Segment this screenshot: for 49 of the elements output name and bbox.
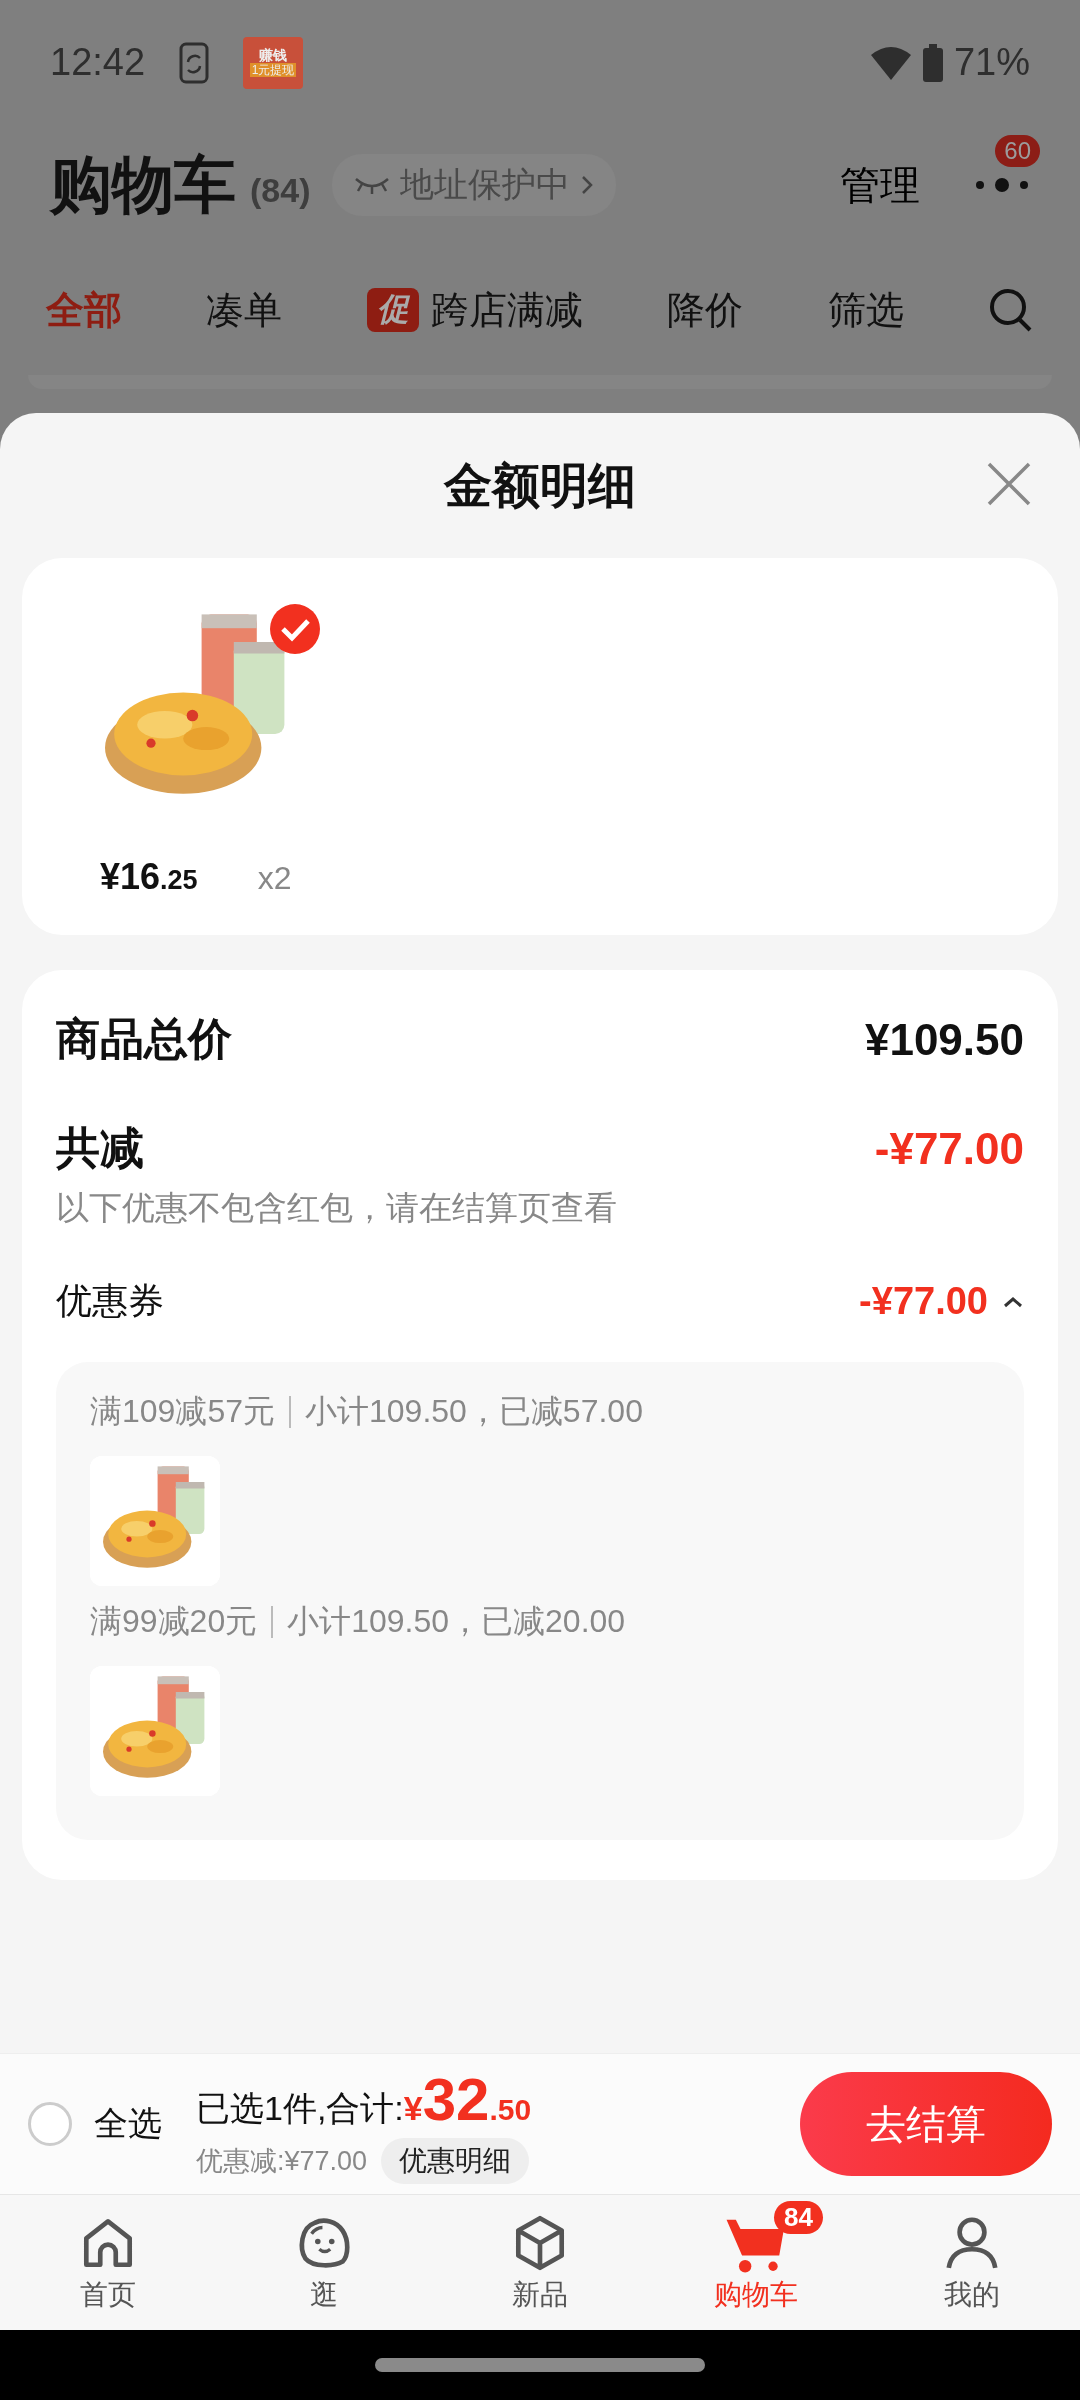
phone-sync-icon	[179, 41, 210, 84]
promo-tag: 促	[366, 288, 419, 332]
more-icon[interactable]	[974, 175, 1030, 195]
discount-detail-button[interactable]: 优惠明细	[381, 2137, 530, 2184]
sheet-title: 金额明细	[444, 457, 636, 514]
selected-summary: 已选1件,合计:	[196, 2087, 404, 2129]
coupon-subtotal: 小计109.50，已减20.00	[287, 1602, 626, 1641]
reduction-note: 以下优惠不包含红包，请在结算页查看	[56, 1188, 618, 1228]
close-icon[interactable]	[986, 461, 1032, 507]
filter-tab[interactable]: 筛选	[827, 284, 904, 336]
nav-tab[interactable]: 新品	[432, 2195, 648, 2330]
total-label: 商品总价	[56, 1013, 232, 1065]
product-quantity: x2	[257, 860, 292, 897]
filter-tab[interactable]: 降价	[667, 284, 744, 336]
total-value: ¥109.50	[864, 1014, 1024, 1065]
chevron-right-icon	[580, 174, 595, 196]
nav-tab[interactable]: 我的	[864, 2195, 1080, 2330]
wifi-icon	[869, 44, 912, 81]
cart-count: (84)	[250, 170, 311, 210]
nav-tab[interactable]: 逛	[216, 2195, 432, 2330]
coupon-label: 优惠券	[56, 1279, 164, 1323]
nav-tab[interactable]: 购物车 84	[648, 2195, 864, 2330]
closed-eye-icon	[354, 175, 391, 195]
total-amount: ¥32.50	[403, 2064, 532, 2134]
page-title: 购物车	[50, 149, 236, 221]
select-all-radio[interactable]	[28, 2102, 72, 2146]
reduction-label: 共减	[56, 1122, 144, 1174]
filter-tab[interactable]: 凑单	[206, 284, 283, 336]
select-all-label: 全选	[94, 2103, 162, 2144]
notification-badge: 60	[995, 135, 1040, 167]
check-icon	[270, 604, 320, 654]
coupon-value[interactable]: -¥77.00	[859, 1280, 1024, 1323]
address-protection-chip[interactable]: 地址保护中	[332, 154, 617, 216]
battery-icon	[921, 43, 944, 82]
app-notification-icon: 赚钱 1元提现	[243, 36, 304, 89]
discount-amount: 优惠减:¥77.00	[196, 2144, 368, 2178]
battery-level: 71%	[953, 41, 1030, 84]
coupon-subtotal: 小计109.50，已减57.00	[305, 1392, 643, 1431]
coupon-rule: 满99减20元	[90, 1602, 258, 1641]
status-time: 12:42	[50, 41, 146, 84]
cart-badge: 84	[774, 2201, 823, 2234]
product-price: ¥16.25	[100, 856, 198, 898]
filter-tab[interactable]: 促 跨店满减	[366, 284, 583, 336]
coupon-rule: 满109减57元	[90, 1392, 275, 1431]
manage-button[interactable]: 管理	[840, 157, 920, 213]
checkout-button[interactable]: 去结算	[800, 2072, 1052, 2176]
search-icon[interactable]	[987, 287, 1034, 333]
reduction-value: -¥77.00	[874, 1123, 1024, 1174]
nav-tab[interactable]: 首页	[0, 2195, 216, 2330]
